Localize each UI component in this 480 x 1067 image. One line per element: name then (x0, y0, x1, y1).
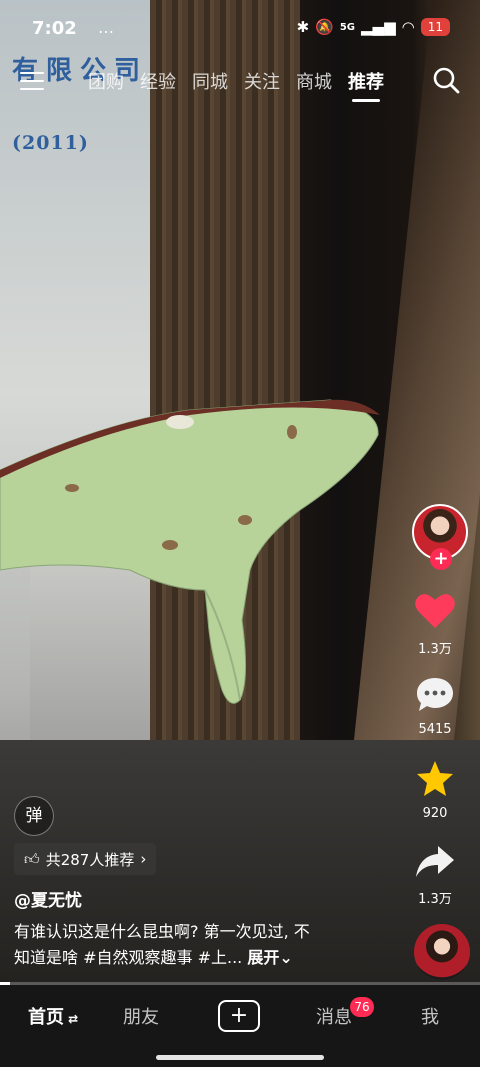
share-count: 1.3万 (418, 892, 452, 907)
music-disc[interactable] (414, 924, 470, 980)
share-button[interactable]: 1.3万 (390, 844, 480, 907)
create-button[interactable]: + (218, 1000, 260, 1032)
hashtags[interactable]: #自然观察趣事 #上... (83, 948, 242, 967)
recommend-bar[interactable]: 👍︎ 共287人推荐 › (14, 843, 157, 875)
battery-level: 11 (420, 18, 450, 36)
video-frame[interactable]: 有限公司 (2011) (0, 0, 480, 985)
chevron-down-icon: ⌄ (279, 948, 293, 967)
comment-count: 5415 (418, 722, 452, 737)
wifi-icon: ◠ (401, 18, 415, 36)
chevron-right-icon: › (140, 850, 147, 868)
wall-sign-line2: (2011) (12, 132, 89, 154)
tab-following[interactable]: 关注 (244, 68, 280, 94)
status-icons: ✱ 🔕 5G ▂▄▆ ◠ 11 (297, 18, 450, 36)
nav-messages[interactable]: 消息 (316, 1003, 352, 1029)
favorite-count: 920 (422, 806, 448, 821)
tab-mall[interactable]: 商城 (296, 68, 332, 94)
share-arrow-icon (416, 846, 454, 877)
home-indicator[interactable] (156, 1055, 324, 1060)
comment-icon (417, 678, 453, 711)
nav-friends[interactable]: 朋友 (123, 1003, 159, 1029)
menu-icon[interactable] (20, 72, 44, 92)
like-count: 1.3万 (418, 642, 452, 657)
messages-badge: 76 (350, 997, 374, 1017)
top-tabs: 团购 经验 同城 关注 商城 推荐 (88, 68, 384, 102)
thumbs-up-icon: 👍︎ (24, 849, 40, 868)
nav-home-label: 首页 (28, 1007, 64, 1028)
description-line2: 知道是啥 (14, 948, 79, 967)
heart-icon (415, 594, 455, 628)
search-icon[interactable] (432, 66, 460, 94)
tab-nearby[interactable]: 同城 (192, 68, 228, 94)
like-button[interactable]: 1.3万 (390, 592, 480, 657)
signal-icon: ▂▄▆ (361, 18, 396, 36)
tab-recommended[interactable]: 推荐 (348, 68, 384, 102)
nav-home[interactable]: 首页 ⇄ (28, 1003, 78, 1029)
star-icon (417, 761, 453, 796)
bluetooth-icon: ✱ (296, 18, 310, 36)
status-bar: 7:02 … ✱ 🔕 5G ▂▄▆ ◠ 11 (0, 0, 480, 58)
network-type: 5G (339, 21, 356, 33)
tab-experience[interactable]: 经验 (140, 68, 176, 94)
swap-icon: ⇄ (64, 1012, 79, 1026)
moth-image (0, 399, 380, 704)
follow-button[interactable]: + (430, 548, 452, 570)
comment-button[interactable]: 5415 (390, 676, 480, 737)
mute-icon: 🔕 (315, 18, 334, 36)
favorite-button[interactable]: 920 (390, 760, 480, 821)
video-description: 有谁认识这是什么昆虫啊? 第一次见过, 不 知道是啥 #自然观察趣事 #上...… (14, 919, 364, 971)
expand-button[interactable]: 展开 (247, 948, 279, 967)
danmu-toggle[interactable]: 弹 (14, 796, 54, 836)
top-nav: 团购 经验 同城 关注 商城 推荐 (0, 64, 480, 104)
author-name[interactable]: @夏无忧 (14, 886, 82, 911)
description-line1: 有谁认识这是什么昆虫啊? 第一次见过, 不 (14, 922, 310, 941)
recommend-text: 共287人推荐 (45, 850, 135, 869)
tab-group-buy[interactable]: 团购 (88, 68, 124, 94)
status-notification-dots: … (98, 18, 114, 37)
nav-me[interactable]: 我 (421, 1003, 439, 1029)
status-time: 7:02 (32, 18, 77, 39)
